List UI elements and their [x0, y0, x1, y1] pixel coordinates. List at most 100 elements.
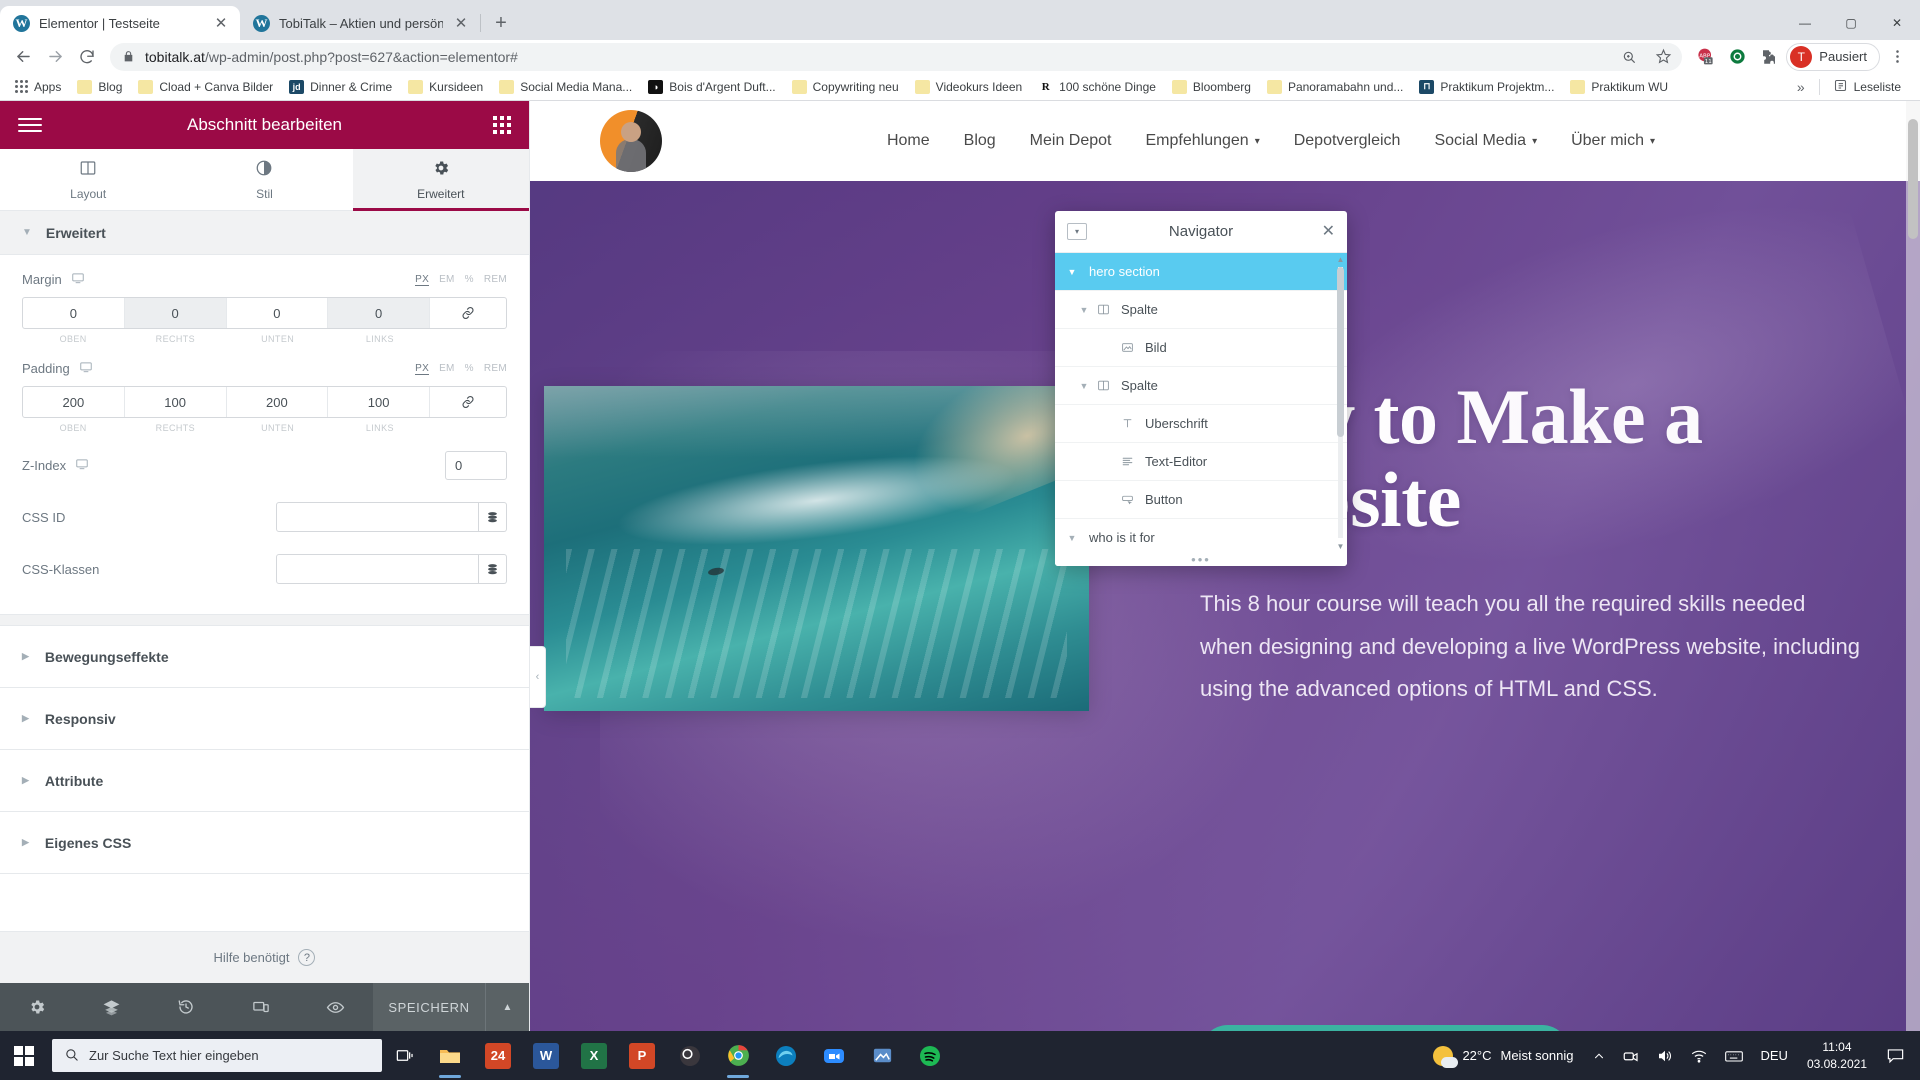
- bookmark-blog[interactable]: Blog: [70, 77, 129, 97]
- unit-percent[interactable]: %: [465, 274, 474, 286]
- navigator-scrollbar[interactable]: ▲ ▼: [1336, 253, 1345, 552]
- preview-scrollbar[interactable]: [1906, 101, 1920, 1031]
- taskbar-app-spotify[interactable]: [906, 1031, 954, 1080]
- margin-link-values-button[interactable]: [430, 298, 506, 328]
- hero-paragraph[interactable]: This 8 hour course will teach you all th…: [1200, 583, 1860, 710]
- new-tab-button[interactable]: +: [487, 9, 515, 37]
- chevron-down-icon[interactable]: ▼: [1075, 381, 1093, 391]
- back-icon[interactable]: [8, 43, 38, 71]
- z-index-input[interactable]: 0: [445, 451, 507, 480]
- start-button[interactable]: [0, 1031, 48, 1080]
- minimize-button[interactable]: —: [1782, 7, 1828, 39]
- menu-item-blog[interactable]: Blog: [964, 132, 996, 150]
- close-icon[interactable]: ✕: [212, 14, 230, 32]
- menu-item-mein-depot[interactable]: Mein Depot: [1030, 132, 1112, 150]
- bookmark-bois-dargent[interactable]: ◑ Bois d'Argent Duft...: [641, 77, 782, 97]
- tray-overflow-button[interactable]: [1585, 1031, 1613, 1080]
- unit-rem[interactable]: REM: [484, 363, 507, 375]
- taskbar-app-zoom[interactable]: [810, 1031, 858, 1080]
- address-bar[interactable]: tobitalk.at/wp-admin/post.php?post=627&a…: [110, 42, 1683, 71]
- margin-top-input[interactable]: 0: [23, 298, 125, 328]
- bookmark-kursideen[interactable]: Kursideen: [401, 77, 490, 97]
- chevron-down-icon[interactable]: ▼: [1075, 305, 1093, 315]
- taskbar-search-input[interactable]: Zur Suche Text hier eingeben: [52, 1039, 382, 1072]
- scroll-up-arrow-icon[interactable]: ▲: [1336, 253, 1345, 265]
- bookmark-praktikum-wu[interactable]: Praktikum WU: [1563, 77, 1675, 97]
- adblock-extension-icon[interactable]: ABP 11: [1690, 43, 1720, 71]
- section-responsiv[interactable]: ▶ Responsiv: [0, 688, 529, 750]
- scrollbar-thumb[interactable]: [1337, 267, 1344, 437]
- desktop-device-icon[interactable]: [79, 360, 93, 377]
- navigator-item-ueberschrift[interactable]: Uberschrift: [1055, 405, 1347, 443]
- css-classes-input[interactable]: [276, 554, 479, 584]
- bookmark-cload-canva[interactable]: Cload + Canva Bilder: [131, 77, 280, 97]
- unit-rem[interactable]: REM: [484, 274, 507, 286]
- navigator-item-hero-section[interactable]: ▼ hero section: [1055, 253, 1347, 291]
- notifications-icon[interactable]: [1879, 1031, 1912, 1080]
- taskbar-clock[interactable]: 11:04 03.08.2021: [1797, 1039, 1877, 1071]
- bookmarks-overflow-button[interactable]: »: [1789, 79, 1813, 95]
- close-icon[interactable]: ✕: [1322, 223, 1335, 240]
- settings-gear-icon[interactable]: [0, 983, 75, 1031]
- menu-item-depotvergleich[interactable]: Depotvergleich: [1294, 132, 1401, 150]
- chrome-menu-icon[interactable]: [1882, 43, 1912, 71]
- hamburger-menu-icon[interactable]: [18, 118, 42, 132]
- tab-stil[interactable]: Stil: [176, 149, 353, 211]
- bookmark-dinner-crime[interactable]: jd Dinner & Crime: [282, 77, 399, 97]
- bookmark-star-icon[interactable]: [1648, 43, 1678, 71]
- taskbar-app-obs[interactable]: [666, 1031, 714, 1080]
- bookmark-bloomberg[interactable]: Bloomberg: [1165, 77, 1258, 97]
- chevron-down-icon[interactable]: ▼: [1063, 267, 1081, 277]
- navigator-item-button[interactable]: Button: [1055, 481, 1347, 519]
- margin-right-input[interactable]: 0: [124, 298, 227, 328]
- section-erweitert-header[interactable]: ▼ Erweitert: [0, 211, 529, 255]
- scrollbar-thumb[interactable]: [1908, 119, 1918, 239]
- close-window-button[interactable]: ✕: [1874, 7, 1920, 39]
- navigator-layers-icon[interactable]: [75, 983, 150, 1031]
- unit-px[interactable]: PX: [415, 274, 430, 286]
- menu-item-social-media[interactable]: Social Media ▾: [1434, 132, 1537, 150]
- taskbar-app-edge[interactable]: [762, 1031, 810, 1080]
- desktop-device-icon[interactable]: [71, 271, 85, 288]
- css-id-input[interactable]: [276, 502, 479, 532]
- bookmark-100-schoene-dinge[interactable]: R 100 schöne Dinge: [1031, 77, 1163, 97]
- menu-item-ueber-mich[interactable]: Über mich ▾: [1571, 132, 1655, 150]
- language-indicator[interactable]: DEU: [1753, 1031, 1794, 1080]
- volume-icon[interactable]: [1649, 1031, 1681, 1080]
- close-icon[interactable]: ✕: [452, 14, 470, 32]
- zoom-icon[interactable]: [1614, 43, 1644, 71]
- taskbar-app-file-explorer[interactable]: [426, 1031, 474, 1080]
- wifi-icon[interactable]: [1683, 1031, 1715, 1080]
- hero-image-wave[interactable]: [544, 386, 1089, 711]
- profile-button[interactable]: T Pausiert: [1786, 42, 1880, 71]
- margin-bottom-input[interactable]: 0: [227, 298, 329, 328]
- navigator-item-spalte-1[interactable]: ▼ Spalte: [1055, 291, 1347, 329]
- bookmark-copywriting-neu[interactable]: Copywriting neu: [785, 77, 906, 97]
- margin-left-input[interactable]: 0: [328, 298, 430, 328]
- tab-erweitert[interactable]: Erweitert: [352, 149, 530, 211]
- menu-item-home[interactable]: Home: [887, 132, 930, 150]
- taskbar-app-excel[interactable]: X: [570, 1031, 618, 1080]
- forward-icon[interactable]: [40, 43, 70, 71]
- history-icon[interactable]: [149, 983, 224, 1031]
- weather-widget[interactable]: 22°C Meist sonnig: [1423, 1045, 1583, 1068]
- site-logo-avatar[interactable]: [600, 110, 662, 172]
- dynamic-tags-icon[interactable]: [479, 554, 507, 584]
- taskbar-app-powerpoint[interactable]: P: [618, 1031, 666, 1080]
- bookmark-praktikum-projektm[interactable]: ⊓ Praktikum Projektm...: [1412, 77, 1561, 97]
- padding-right-input[interactable]: 100: [125, 387, 227, 417]
- desktop-device-icon[interactable]: [75, 457, 89, 474]
- taskbar-app-chrome[interactable]: [714, 1031, 762, 1080]
- unit-em[interactable]: EM: [439, 274, 455, 286]
- navigator-item-spalte-2[interactable]: ▼ Spalte: [1055, 367, 1347, 405]
- section-attribute[interactable]: ▶ Attribute: [0, 750, 529, 812]
- meet-now-icon[interactable]: [1615, 1031, 1647, 1080]
- dynamic-tags-icon[interactable]: [479, 502, 507, 532]
- unit-em[interactable]: EM: [439, 363, 455, 375]
- section-bewegungseffekte[interactable]: ▶ Bewegungseffekte: [0, 626, 529, 688]
- navigator-resize-handle[interactable]: •••: [1055, 552, 1347, 566]
- section-eigenes-css[interactable]: ▶ Eigenes CSS: [0, 812, 529, 874]
- grammarly-extension-icon[interactable]: [1722, 43, 1752, 71]
- padding-left-input[interactable]: 100: [328, 387, 430, 417]
- taskbar-app-word[interactable]: W: [522, 1031, 570, 1080]
